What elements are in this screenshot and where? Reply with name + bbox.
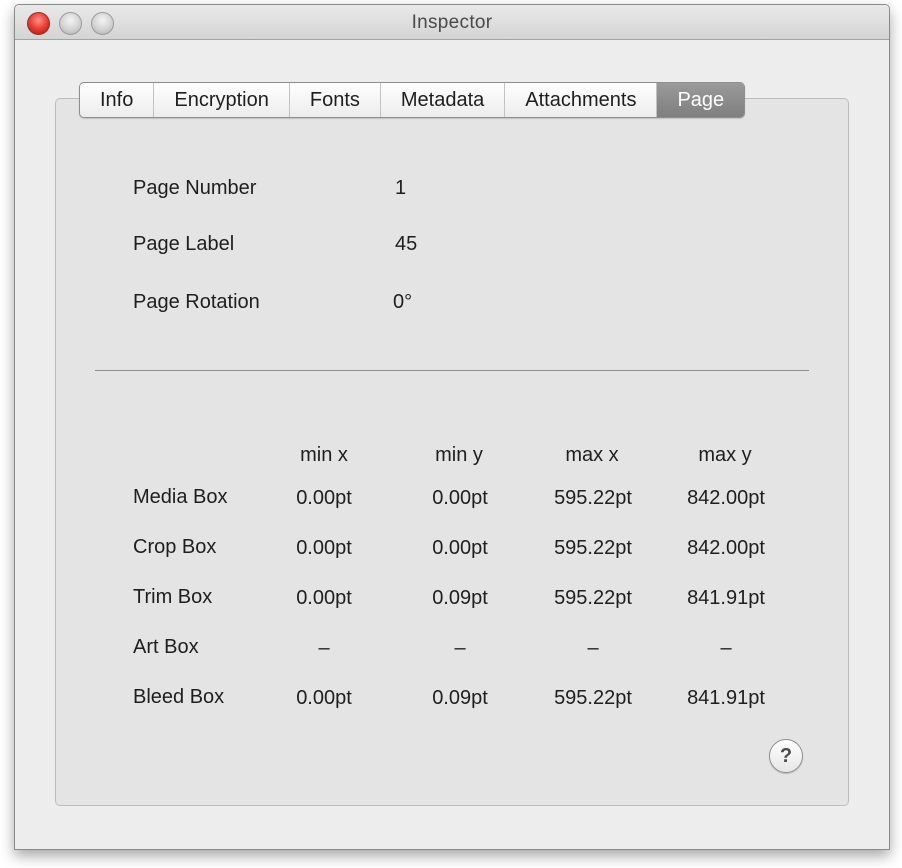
tab-info[interactable]: Info [80,83,155,117]
table-cell: – [318,637,330,659]
table-cell: 0.00pt [296,687,352,709]
table-cell: 595.22pt [554,587,632,609]
page-number-value: 1 [395,177,407,199]
tab-fonts[interactable]: Fonts [290,83,381,117]
tab-encryption[interactable]: Encryption [154,83,290,117]
column-header-max-x: max x [565,444,619,466]
table-cell: – [720,637,732,659]
row-label-trim-box: Trim Box [133,586,213,608]
table-cell: – [587,637,599,659]
title-bar: Inspector [15,5,889,40]
inspector-window: Inspector Info Encryption Fonts Metadata… [14,4,890,850]
table-cell: 841.91pt [687,687,765,709]
section-divider [95,370,809,371]
column-header-min-x: min x [300,444,348,466]
page-rotation-value: 0° [393,291,413,313]
help-button[interactable]: ? [769,739,803,773]
window-title: Inspector [411,12,493,33]
table-cell: 0.00pt [432,487,488,509]
page-label-value: 45 [395,233,418,255]
table-cell: 0.00pt [296,537,352,559]
table-cell: 0.09pt [432,687,488,709]
table-cell: 595.22pt [554,487,632,509]
tab-metadata[interactable]: Metadata [381,83,506,117]
page-number-label: Page Number [133,177,257,199]
row-label-art-box: Art Box [133,636,199,658]
row-label-crop-box: Crop Box [133,536,217,558]
row-label-media-box: Media Box [133,486,228,508]
page-rotation-label: Page Rotation [133,291,260,313]
table-cell: 842.00pt [687,487,765,509]
table-cell: 0.00pt [296,487,352,509]
column-header-max-y: max y [698,444,752,466]
table-cell: 595.22pt [554,537,632,559]
table-cell: 0.00pt [432,537,488,559]
table-cell: 595.22pt [554,687,632,709]
tab-page[interactable]: Page [657,83,745,117]
table-cell: – [454,637,466,659]
table-cell: 0.00pt [296,587,352,609]
tab-bar: Info Encryption Fonts Metadata Attachmen… [79,82,746,118]
table-cell: 841.91pt [687,587,765,609]
tab-attachments[interactable]: Attachments [505,83,658,117]
table-cell: 842.00pt [687,537,765,559]
row-label-bleed-box: Bleed Box [133,686,225,708]
table-cell: 0.09pt [432,587,488,609]
column-header-min-y: min y [435,444,483,466]
page-label-label: Page Label [133,233,235,255]
